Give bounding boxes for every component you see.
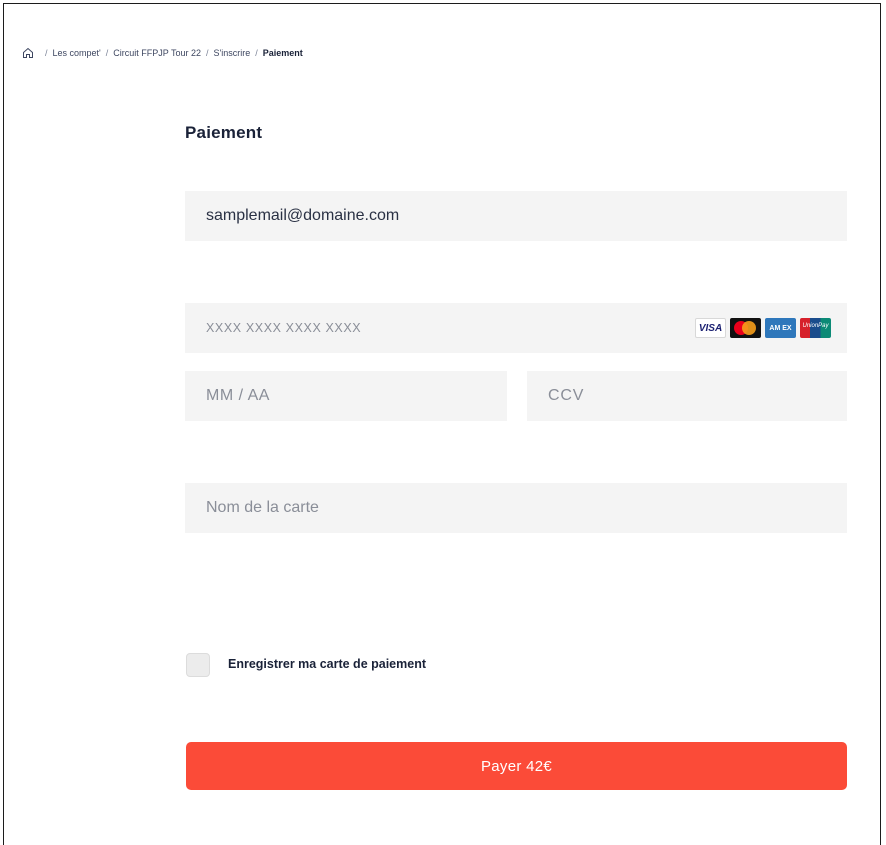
pay-button[interactable]: Payer 42€ — [186, 742, 847, 790]
breadcrumb-separator: / — [45, 48, 48, 58]
page-title: Paiement — [185, 123, 263, 142]
email-input[interactable] — [206, 191, 847, 241]
breadcrumb-current: Paiement — [262, 48, 303, 58]
breadcrumb-item-register[interactable]: S'inscrire — [214, 48, 251, 58]
mastercard-logo-icon — [730, 318, 761, 338]
home-icon[interactable] — [22, 47, 34, 59]
breadcrumb-separator: / — [105, 48, 109, 58]
visa-logo-icon: VISA — [695, 318, 726, 338]
unionpay-logo-icon: UnionPay — [800, 318, 831, 338]
breadcrumb-separator: / — [255, 48, 258, 58]
amex-logo-icon: AM EX — [765, 318, 796, 338]
unionpay-logo-text: UnionPay — [802, 323, 829, 329]
ccv-input[interactable] — [548, 371, 847, 421]
card-name-input[interactable] — [206, 483, 847, 533]
expiry-input[interactable] — [206, 371, 507, 421]
save-card-label[interactable]: Enregistrer ma carte de paiement — [228, 657, 426, 671]
breadcrumb-item-competitions[interactable]: Les compet' — [53, 48, 101, 58]
expiry-field[interactable] — [185, 371, 507, 421]
card-number-field[interactable]: VISA AM EX UnionPay — [185, 303, 847, 353]
save-card-checkbox[interactable] — [186, 653, 210, 677]
breadcrumb-separator: / — [205, 48, 209, 58]
breadcrumb: / Les compet' / Circuit FFPJP Tour 22 / … — [22, 47, 303, 59]
card-logos: VISA AM EX UnionPay — [695, 318, 831, 338]
breadcrumb-item-circuit[interactable]: Circuit FFPJP Tour 22 — [113, 48, 201, 58]
card-name-field[interactable] — [185, 483, 847, 533]
page-frame — [3, 3, 881, 845]
email-field[interactable] — [185, 191, 847, 241]
ccv-field[interactable] — [527, 371, 847, 421]
